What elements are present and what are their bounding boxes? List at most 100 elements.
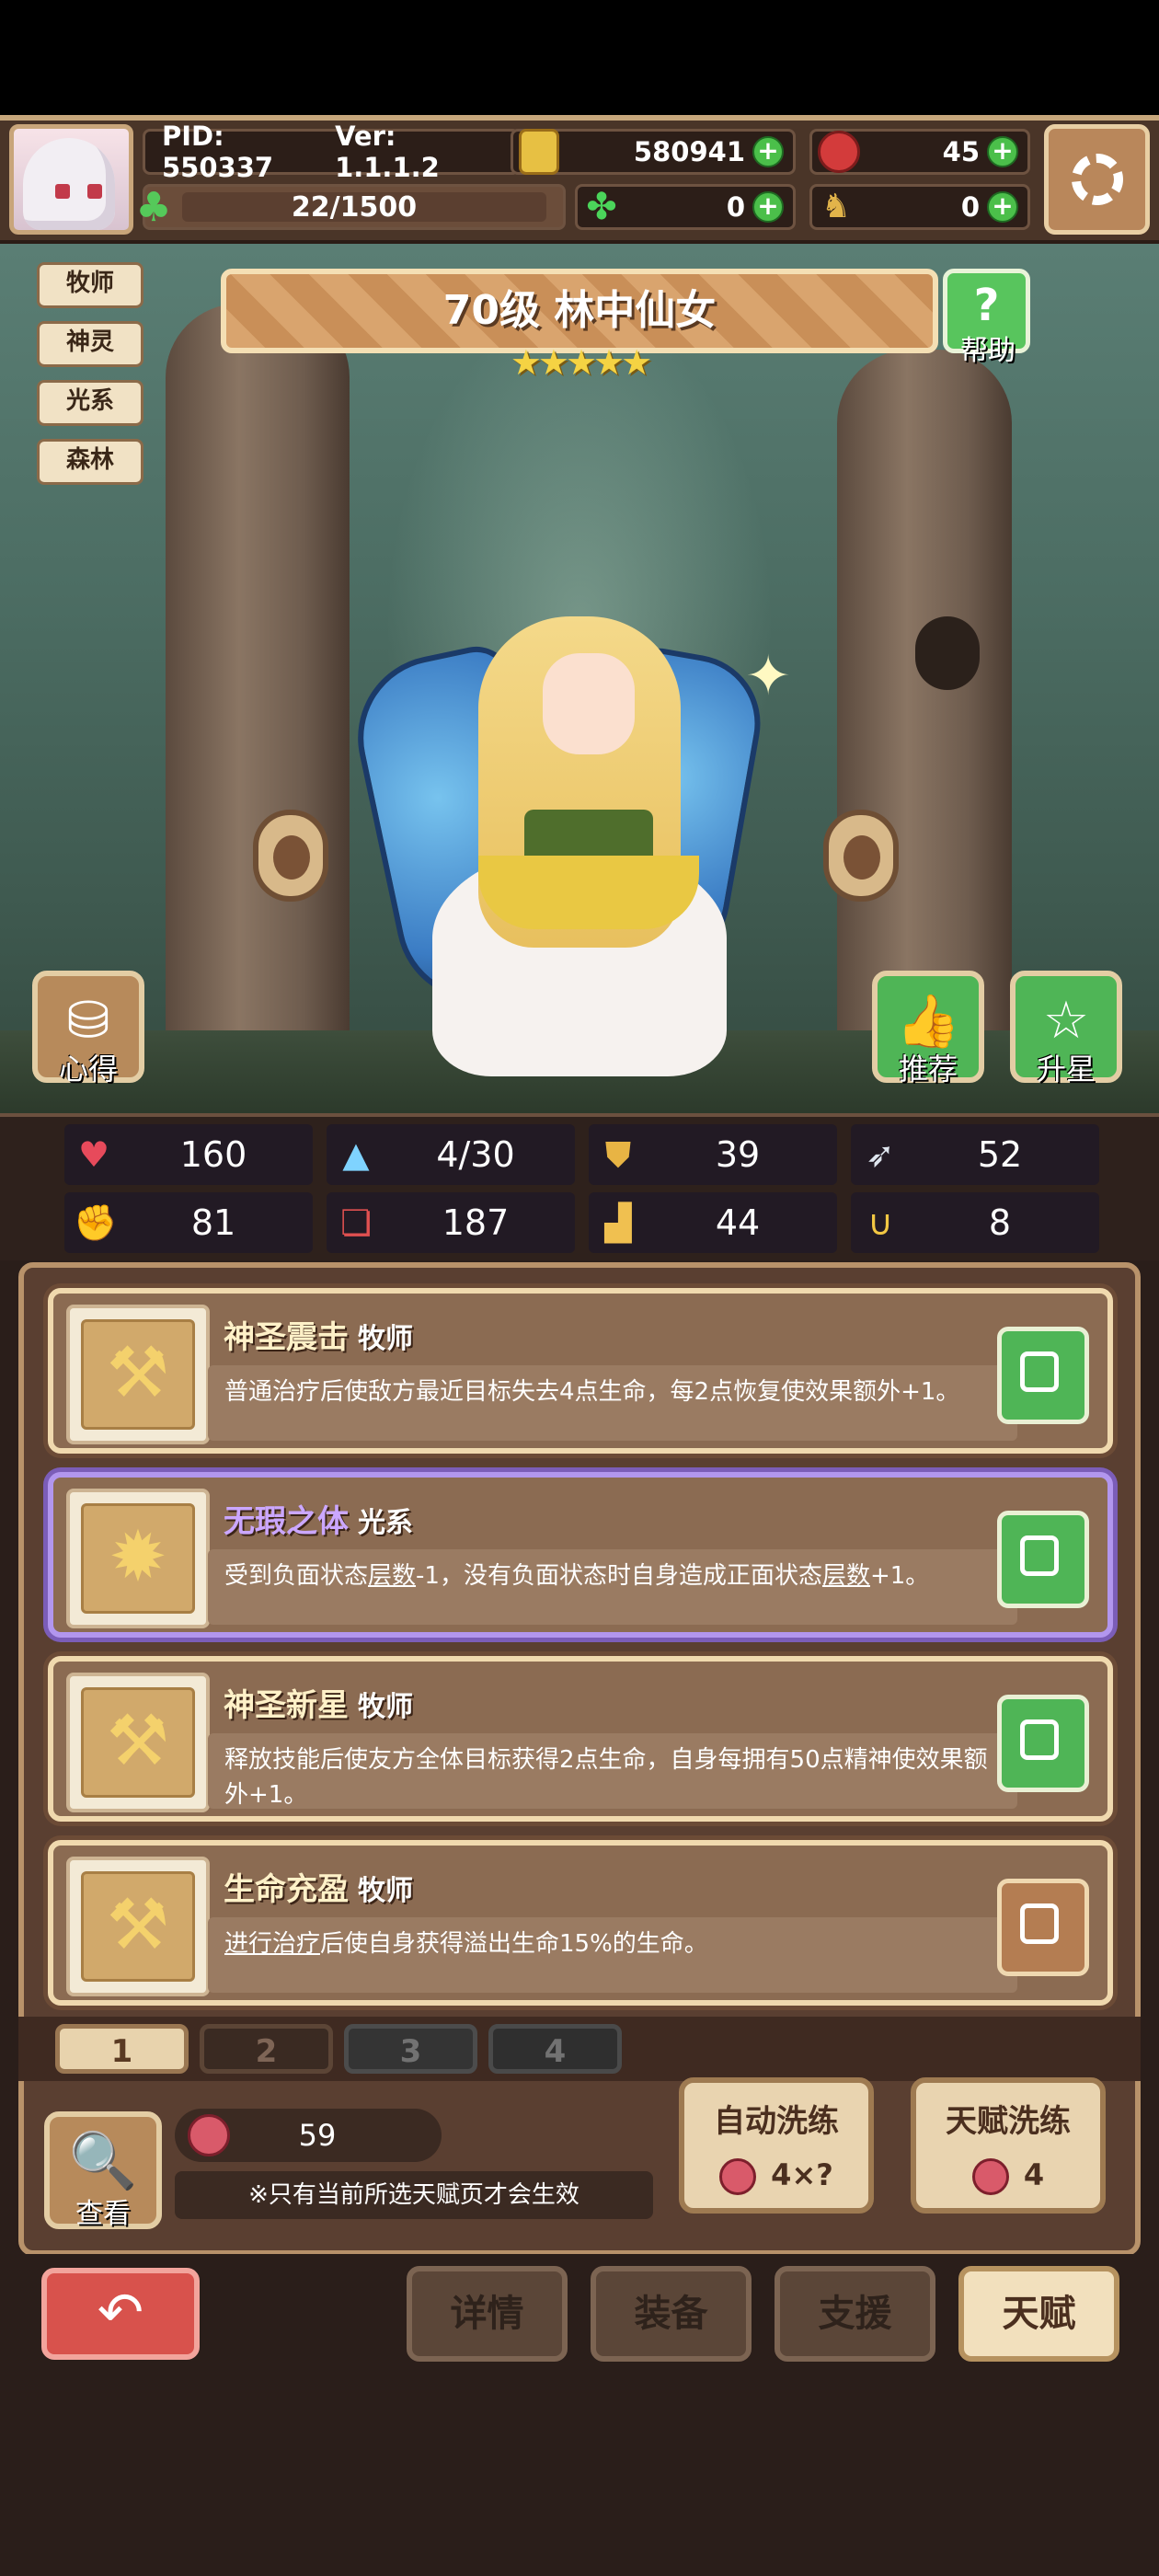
tag-light[interactable]: 光系 [37, 380, 143, 426]
view-button[interactable]: 🔍 查看 [44, 2111, 162, 2230]
tab-equipment[interactable]: 装备 [591, 2266, 752, 2362]
tab-details[interactable]: 详情 [407, 2266, 568, 2362]
talent-type: 牧师 [358, 1875, 413, 1907]
status-bar-area [0, 0, 1159, 115]
talent-reroll-button[interactable]: 天赋洗练 4 [911, 2077, 1106, 2214]
auto-reroll-cost: 4×? [771, 2157, 833, 2192]
back-button[interactable]: ↶ [41, 2268, 200, 2360]
stat-spirit: ❏ 187 [327, 1192, 575, 1253]
star-up-button[interactable]: ☆ 升星 [1010, 971, 1122, 1087]
hammer-icon: ⚒ [81, 1687, 195, 1798]
horseshoe-counter: ♞ 0 + [809, 184, 1030, 230]
talent-description: 受到负面状态层数-1，没有负面状态时自身造成正面状态层数+1。 [208, 1549, 1017, 1625]
hero-tags: 牧师 神灵 光系 森林 [37, 262, 143, 498]
prev-hero-button[interactable] [253, 810, 328, 902]
xp-bar: ♣ 22/1500 [135, 184, 566, 230]
stat-defense: ⛊ 39 [589, 1124, 837, 1185]
talent-name: 神圣新星 [224, 1687, 349, 1724]
talent-card[interactable]: ⚒ 生命充盈 牧师 进行治疗后使自身获得溢出生命15%的生命。 [48, 1840, 1113, 2006]
talent-type: 牧师 [358, 1691, 413, 1723]
stat-attack: ✊ 81 [64, 1192, 313, 1253]
stacks-link[interactable]: 层数 [368, 1562, 416, 1590]
talent-icon: ⚒ [66, 1305, 210, 1444]
lock-toggle[interactable] [997, 1879, 1089, 1976]
sun-icon: ✹ [81, 1503, 195, 1614]
recommend-label: 推荐 [898, 1052, 958, 1087]
player-avatar[interactable] [9, 124, 133, 235]
fairy-face [543, 653, 635, 754]
hammer-icon: ⚒ [81, 1319, 195, 1430]
sparkle-icon: ✦ [745, 644, 792, 708]
hero-star-rating: ★★★★★ [510, 342, 652, 383]
return-arrow-icon: ↶ [97, 2281, 144, 2345]
wing-icon: ➶ [866, 1134, 895, 1175]
fruit-icon [719, 2158, 757, 2195]
add-horseshoes-button[interactable]: + [987, 191, 1018, 223]
water-drop-icon: ▲ [342, 1134, 370, 1175]
talent-page-tab[interactable]: 2 [200, 2024, 333, 2074]
talent-type: 光系 [358, 1507, 413, 1539]
gem-counter: 45 + [809, 129, 1030, 175]
talent-page-tab[interactable]: 4 [488, 2024, 622, 2074]
clover-icon: ♣ [135, 184, 172, 231]
insights-button[interactable]: ⛁ 心得 [32, 971, 144, 1087]
star-up-label: 升星 [1036, 1052, 1096, 1087]
tree-left [166, 304, 350, 1113]
tag-deity[interactable]: 神灵 [37, 321, 143, 367]
hero-title: 70级 林中仙女 [221, 269, 938, 353]
talent-card-selected[interactable]: ✹ 无瑕之体 光系 受到负面状态层数-1，没有负面状态时自身造成正面状态层数+1。 [48, 1472, 1113, 1638]
coin-value: 580941 [633, 136, 745, 167]
lock-icon [1020, 1351, 1059, 1392]
talent-description: 进行治疗后使自身获得溢出生命15%的生命。 [208, 1917, 1017, 1993]
game-version: Ver: 1.1.1.2 [335, 121, 440, 183]
xp-value: 22/1500 [291, 190, 418, 224]
talent-icon: ⚒ [66, 1857, 210, 1996]
coin-counter: 580941 + [511, 129, 796, 175]
pot-icon: ⛁ [66, 991, 110, 1051]
horseshoe-value: 0 [960, 191, 980, 223]
help-label: 帮助 [960, 335, 1016, 367]
gear-icon [1071, 154, 1123, 205]
talent-page-note: ※只有当前所选天赋页才会生效 [175, 2171, 653, 2219]
fruit-value: 59 [298, 2118, 337, 2153]
stat-hp: ♥ 160 [64, 1124, 313, 1185]
coin-icon [519, 129, 559, 175]
stacks-link[interactable]: 层数 [822, 1562, 870, 1590]
heal-link[interactable]: 进行治疗 [224, 1930, 320, 1958]
lock-toggle[interactable] [997, 1695, 1089, 1792]
tab-support[interactable]: 支援 [775, 2266, 935, 2362]
view-label: 查看 [75, 2198, 131, 2230]
settings-button[interactable] [1044, 124, 1150, 235]
hammer-icon: ⚒ [81, 1871, 195, 1982]
shield-icon: ⛊ [604, 1134, 632, 1175]
add-coins-button[interactable]: + [752, 136, 784, 167]
clover-value: 0 [726, 191, 745, 223]
talent-description: 释放技能后使友方全体目标获得2点生命，自身每拥有50点精神使效果额外+1。 [208, 1733, 1017, 1809]
tree-hollow [915, 616, 980, 690]
talent-page-tab[interactable]: 1 [55, 2024, 189, 2074]
fruit-icon [971, 2158, 1009, 2195]
lock-toggle[interactable] [997, 1327, 1089, 1424]
arrow-left-icon [273, 835, 310, 880]
talent-name: 无瑕之体 [224, 1503, 349, 1540]
tab-talent[interactable]: 天赋 [958, 2266, 1119, 2362]
add-clovers-button[interactable]: + [752, 191, 784, 223]
talent-name: 生命充盈 [224, 1871, 349, 1908]
talent-description: 普通治疗后使敌方最近目标失去4点生命，每2点恢复使效果额外+1。 [208, 1365, 1017, 1441]
arrow-right-icon [843, 835, 880, 880]
auto-reroll-button[interactable]: 自动洗练 4×? [679, 2077, 874, 2214]
clover-icon: ✤ [586, 186, 617, 228]
tag-priest[interactable]: 牧师 [37, 262, 143, 308]
add-gems-button[interactable]: + [987, 136, 1018, 167]
fruit-counter: 59 [175, 2109, 442, 2162]
lock-toggle[interactable] [997, 1511, 1089, 1608]
talent-card[interactable]: ⚒ 神圣震击 牧师 普通治疗后使敌方最近目标失去4点生命，每2点恢复使效果额外+1… [48, 1288, 1113, 1454]
next-hero-button[interactable] [823, 810, 899, 902]
pid-version-bar: PID: 550337 Ver: 1.1.1.2 [143, 121, 520, 183]
talent-card[interactable]: ⚒ 神圣新星 牧师 释放技能后使友方全体目标获得2点生命，自身每拥有50点精神使效… [48, 1656, 1113, 1822]
stat-luck: ∪ 8 [851, 1192, 1099, 1253]
gem-value: 45 [942, 136, 980, 167]
recommend-button[interactable]: 👍 推荐 [872, 971, 984, 1087]
talent-page-tab[interactable]: 3 [344, 2024, 477, 2074]
tag-forest[interactable]: 森林 [37, 439, 143, 485]
